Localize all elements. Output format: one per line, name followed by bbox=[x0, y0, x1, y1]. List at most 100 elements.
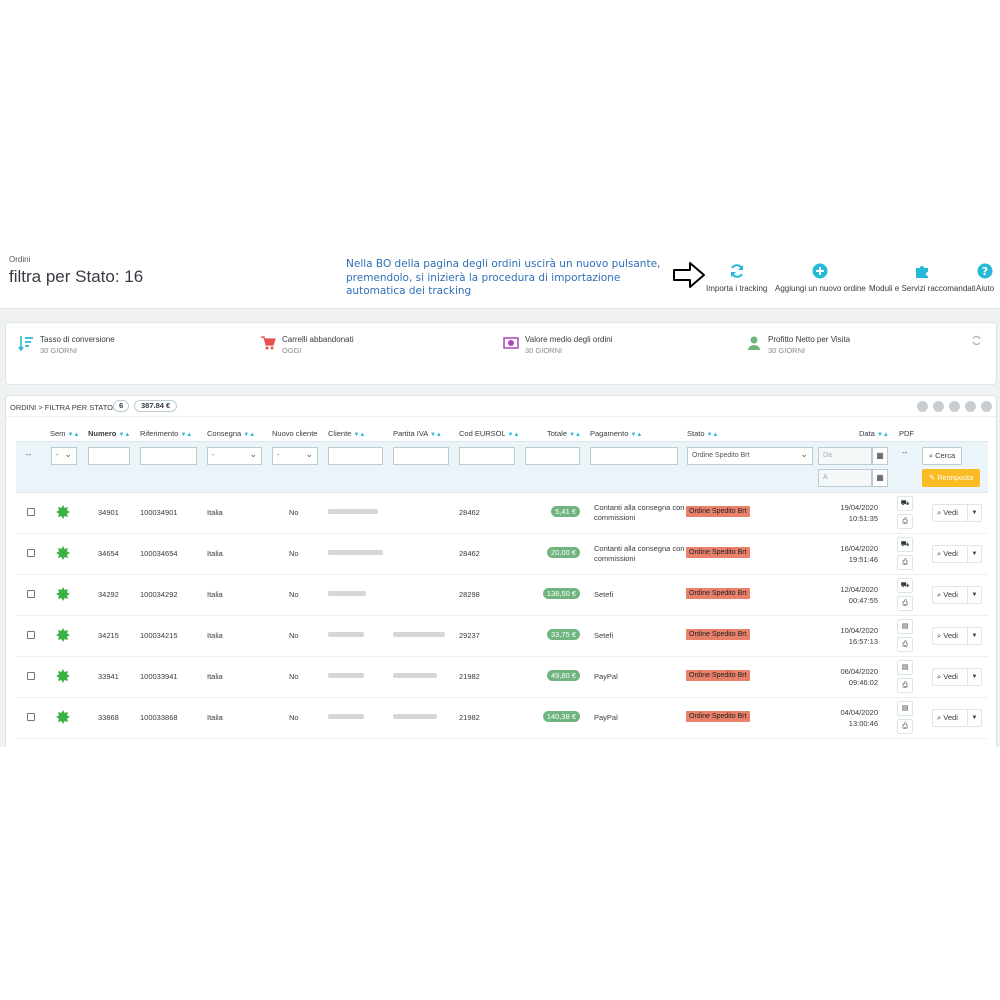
print-icon[interactable]: ⎙ bbox=[897, 637, 913, 652]
consegna-filter[interactable]: - bbox=[207, 446, 262, 465]
invoice-icon[interactable]: ▤ bbox=[897, 701, 913, 716]
vat-number-redacted bbox=[393, 673, 437, 678]
add-order-button[interactable]: Aggiungi un nuovo ordine bbox=[775, 263, 866, 293]
refresh-kpi-icon[interactable] bbox=[971, 335, 982, 346]
date-from-input[interactable]: Da bbox=[818, 447, 872, 465]
row-checkbox[interactable] bbox=[27, 713, 35, 721]
invoice-icon[interactable]: ▤ bbox=[897, 619, 913, 634]
refresh-list-icon[interactable] bbox=[949, 401, 960, 412]
modules-label: Moduli e Servizi raccomandati bbox=[869, 284, 976, 293]
column-totale[interactable]: Totale ▼▲ bbox=[547, 429, 581, 438]
riferimento-filter[interactable] bbox=[140, 447, 197, 465]
print-icon[interactable]: ⎙ bbox=[897, 596, 913, 611]
row-checkbox[interactable] bbox=[27, 672, 35, 680]
table-row[interactable]: 34292 100034292 Italia No 28298 138,50 € Setef… bbox=[16, 575, 988, 616]
sem-filter[interactable]: - bbox=[51, 446, 77, 465]
view-button[interactable]: ⌕ Vedi ▼ bbox=[932, 668, 982, 686]
row-checkbox[interactable] bbox=[27, 549, 35, 557]
table-row[interactable]: 33941 100033941 Italia No 21982 49,80 € PayPal… bbox=[16, 657, 988, 698]
refresh-icon bbox=[730, 264, 743, 278]
table-row[interactable]: 34654 100034654 Italia No 28462 20,00 € Contan… bbox=[16, 534, 988, 575]
dropdown-caret-icon[interactable]: ▼ bbox=[967, 546, 981, 562]
database-icon[interactable] bbox=[981, 401, 992, 412]
order-status-badge: Ordine Spedito Brt bbox=[686, 670, 750, 681]
column-data[interactable]: Data ▼▲ bbox=[859, 429, 889, 438]
column-cod-eursol[interactable]: Cod EURSOL ▼▲ bbox=[459, 429, 519, 438]
nuovo-cliente-filter[interactable]: - bbox=[272, 446, 318, 465]
panel-title: Ordini > filtra per Stato: 16 bbox=[10, 403, 126, 412]
column-stato[interactable]: Stato ▼▲ bbox=[687, 429, 719, 438]
row-checkbox[interactable] bbox=[27, 631, 35, 639]
column-label: Partita IVA bbox=[393, 429, 428, 438]
reset-button[interactable]: ✎ Reimposta bbox=[922, 469, 980, 487]
column-sem[interactable]: Sem ▼▲ bbox=[50, 429, 79, 438]
vat-number-redacted bbox=[393, 714, 437, 719]
dropdown-caret-icon[interactable]: ▼ bbox=[967, 628, 981, 644]
totale-filter[interactable] bbox=[525, 447, 580, 465]
column-pagamento[interactable]: Pagamento ▼▲ bbox=[590, 429, 642, 438]
order-cod-eursol: 21982 bbox=[459, 713, 480, 722]
column-partita-iva[interactable]: Partita IVA ▼▲ bbox=[393, 429, 442, 438]
stato-filter[interactable]: Ordine Spedito Brt bbox=[687, 446, 813, 465]
view-button[interactable]: ⌕ Vedi ▼ bbox=[932, 545, 982, 563]
add-order-label: Aggiungi un nuovo ordine bbox=[775, 284, 866, 293]
order-delivery: Italia bbox=[207, 631, 223, 640]
calendar-icon[interactable]: ▦ bbox=[872, 447, 888, 465]
search-button[interactable]: ⌕ Cerca bbox=[922, 447, 962, 465]
order-cod-eursol: 21982 bbox=[459, 672, 480, 681]
column-riferimento[interactable]: Riferimento ▼▲ bbox=[140, 429, 192, 438]
print-icon[interactable]: ⎙ bbox=[897, 719, 913, 734]
dropdown-caret-icon[interactable]: ▼ bbox=[967, 505, 981, 521]
print-icon[interactable]: ⎙ bbox=[897, 678, 913, 693]
view-button[interactable]: ⌕ Vedi ▼ bbox=[932, 586, 982, 604]
print-icon[interactable]: ⎙ bbox=[897, 514, 913, 529]
breadcrumb[interactable]: Ordini bbox=[9, 255, 30, 264]
customer-name-redacted bbox=[328, 509, 378, 514]
order-new-customer: No bbox=[289, 672, 299, 681]
invoice-icon[interactable]: ▤ bbox=[897, 660, 913, 675]
order-total-badge: 20,00 € bbox=[546, 547, 580, 558]
sql-icon[interactable] bbox=[965, 401, 976, 412]
row-checkbox[interactable] bbox=[27, 508, 35, 516]
export-icon[interactable] bbox=[933, 401, 944, 412]
column-numero[interactable]: Numero ▼▲ bbox=[88, 429, 130, 438]
view-button[interactable]: ⌕ Vedi ▼ bbox=[932, 504, 982, 522]
print-icon[interactable]: ⎙ bbox=[897, 555, 913, 570]
cod-eursol-filter[interactable] bbox=[459, 447, 515, 465]
dropdown-caret-icon[interactable]: ▼ bbox=[967, 710, 981, 726]
row-checkbox[interactable] bbox=[27, 590, 35, 598]
calendar-icon[interactable]: ▦ bbox=[872, 469, 888, 487]
order-new-customer: No bbox=[289, 508, 299, 517]
table-row[interactable]: 34901 100034901 Italia No 28462 5,41 € Contant… bbox=[16, 493, 988, 534]
view-button[interactable]: ⌕ Vedi ▼ bbox=[932, 709, 982, 727]
partita-iva-filter[interactable] bbox=[393, 447, 449, 465]
truck-icon[interactable]: ⛟ bbox=[897, 578, 913, 593]
order-reference: 100034901 bbox=[140, 508, 178, 517]
import-tracking-label: Importa i tracking bbox=[706, 284, 768, 293]
table-row[interactable]: 34215 100034215 Italia No 29237 33,75 € Setefi… bbox=[16, 616, 988, 657]
add-icon[interactable] bbox=[917, 401, 928, 412]
order-cod-eursol: 28462 bbox=[459, 508, 480, 517]
import-tracking-button[interactable]: Importa i tracking bbox=[706, 263, 767, 293]
truck-icon[interactable]: ⛟ bbox=[897, 537, 913, 552]
modules-button[interactable]: Moduli e Servizi raccomandati bbox=[869, 263, 976, 293]
view-button[interactable]: ⌕ Vedi ▼ bbox=[932, 627, 982, 645]
order-status-badge: Ordine Spedito Brt bbox=[686, 547, 750, 558]
dropdown-caret-icon[interactable]: ▼ bbox=[967, 587, 981, 603]
table-row[interactable]: 33868 100033868 Italia No 21982 140,38 € PayPa… bbox=[16, 698, 988, 739]
pagamento-filter[interactable] bbox=[590, 447, 678, 465]
column-cliente[interactable]: Cliente ▼▲ bbox=[328, 429, 365, 438]
dropdown-caret-icon[interactable]: ▼ bbox=[967, 669, 981, 685]
plus-circle-icon bbox=[812, 263, 828, 279]
order-reference: 100034654 bbox=[140, 549, 178, 558]
status-star-icon bbox=[56, 710, 70, 724]
column-consegna[interactable]: Consegna ▼▲ bbox=[207, 429, 255, 438]
numero-filter[interactable] bbox=[88, 447, 130, 465]
date-to-input[interactable]: A bbox=[818, 469, 872, 487]
column-label: Stato bbox=[687, 429, 705, 438]
zoom-icon: ⌕ bbox=[937, 672, 942, 681]
truck-icon[interactable]: ⛟ bbox=[897, 496, 913, 511]
help-button[interactable]: ? Aiuto bbox=[976, 263, 994, 293]
status-star-icon bbox=[56, 546, 70, 560]
cliente-filter[interactable] bbox=[328, 447, 383, 465]
